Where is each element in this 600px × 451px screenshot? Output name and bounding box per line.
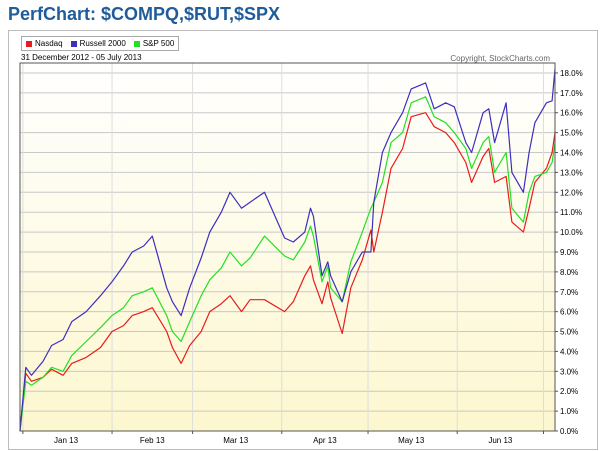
copyright-label: Copyright, StockCharts.com [450,54,550,63]
y-tick-label: 2.0% [560,387,578,396]
y-tick-label: 11.0% [560,208,582,217]
y-tick-label: 18.0% [560,69,583,78]
x-tick-label: Apr 13 [313,436,337,445]
y-axis: 0.0% 1.0% 2.0% 3.0% 4.0% 5.0% 6.0% 7.0% 8.0% 9.0%… [555,69,583,436]
y-tick-label: 6.0% [560,308,578,317]
x-tick-label: May 13 [398,436,425,445]
y-tick-label: 12.0% [560,188,583,197]
page-title: PerfChart: $COMPQ,$RUT,$SPX [8,4,281,24]
performance-chart: 31 December 2012 - 05 July 2013 Copyrigh… [19,53,583,445]
y-tick-label: 7.0% [560,288,578,297]
y-tick-label: 9.0% [560,248,578,257]
date-range-label: 31 December 2012 - 05 July 2013 [21,53,142,62]
y-tick-label: 15.0% [560,129,583,138]
y-tick-label: 14.0% [560,149,583,158]
x-tick-label: Jun 13 [488,436,513,445]
y-tick-label: 1.0% [560,407,578,416]
x-tick-label: Feb 13 [140,436,165,445]
chart-panel: Nasdaq Russell 2000 S&P 500 31 December … [8,30,598,450]
y-tick-label: 3.0% [560,367,578,376]
y-tick-label: 17.0% [560,89,583,98]
plot-area [20,63,555,431]
x-axis: Jan 13 Feb 13 Mar 13 Apr 13 May 13 Jun 13 [22,431,544,445]
x-tick-label: Mar 13 [223,436,248,445]
y-tick-label: 0.0% [560,427,578,436]
y-tick-label: 8.0% [560,268,578,277]
y-tick-label: 4.0% [560,347,578,356]
x-tick-label: Jan 13 [54,436,79,445]
y-tick-label: 16.0% [560,109,583,118]
y-tick-label: 5.0% [560,328,578,337]
y-tick-label: 13.0% [560,168,583,177]
y-tick-label: 10.0% [560,228,583,237]
